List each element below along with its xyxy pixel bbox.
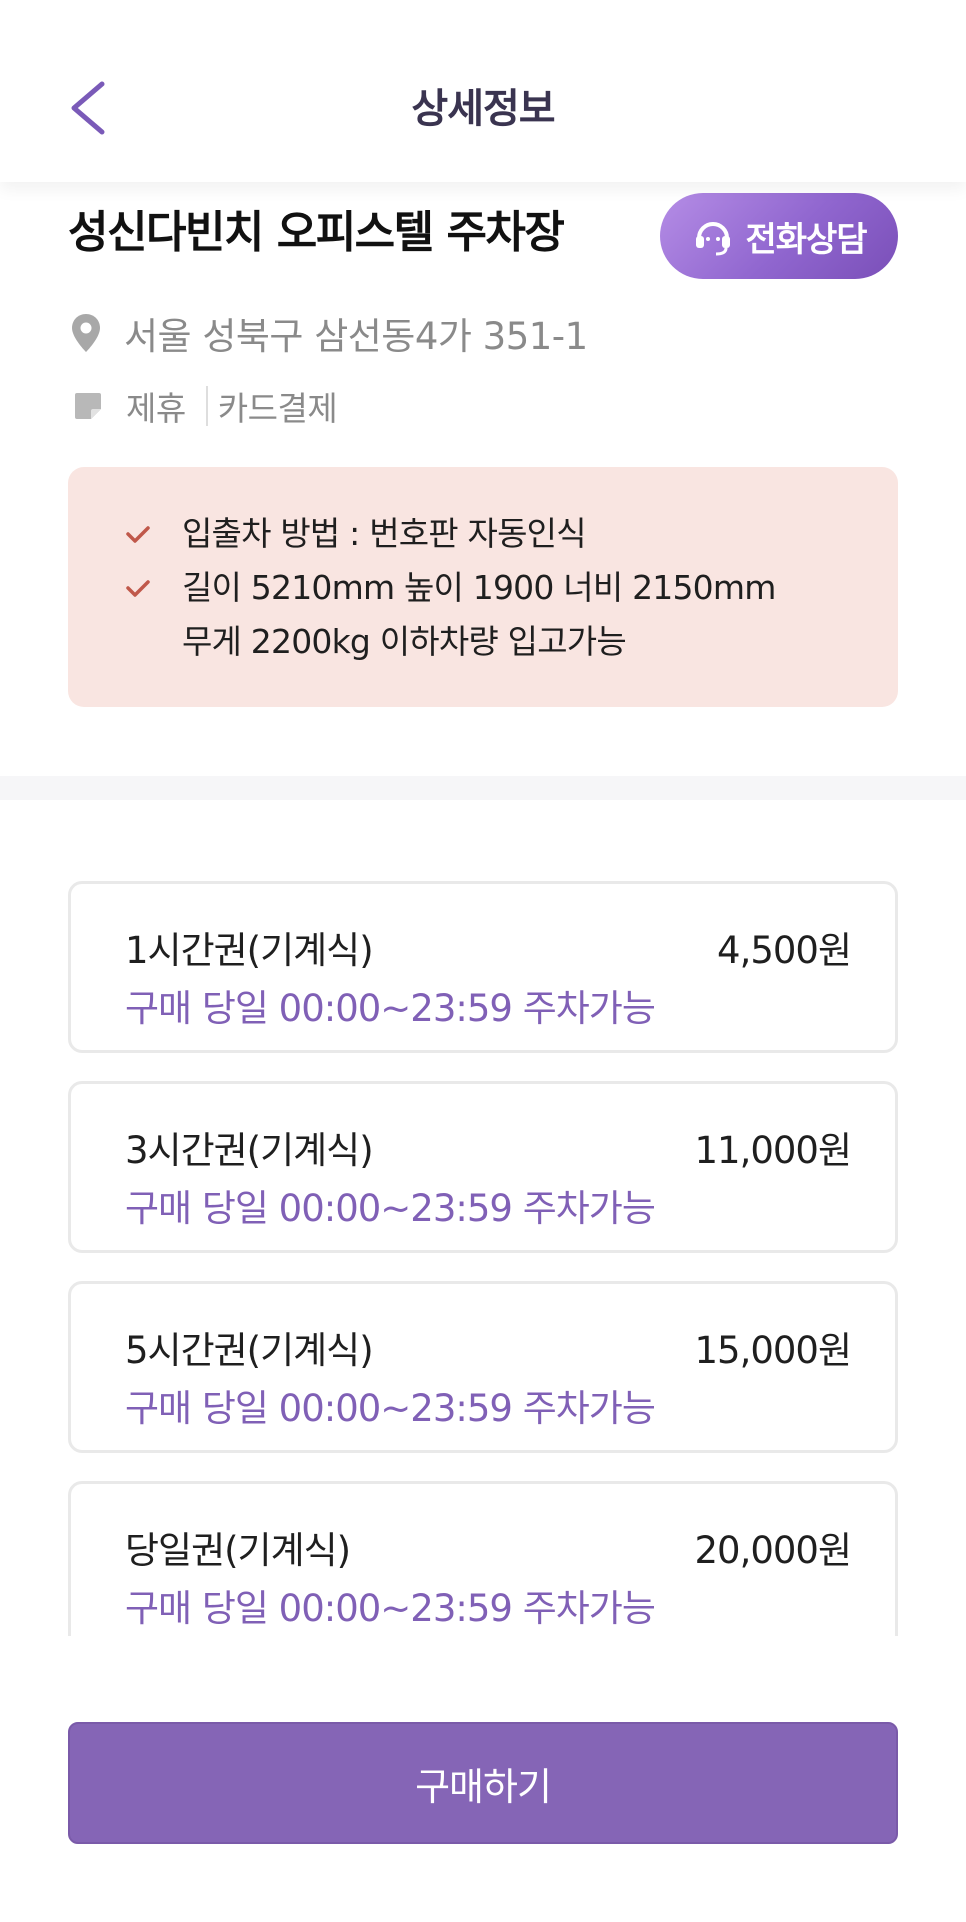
ticket-price: 4,500원 <box>717 929 852 972</box>
ticket-description: 구매 당일 00:00~23:59 주차가능 <box>125 1187 656 1230</box>
notice-item: 입출차 방법 : 번호판 자동인식 <box>124 507 587 561</box>
app-header: 상세정보 <box>0 0 966 182</box>
ticket-price: 20,000원 <box>694 1529 852 1572</box>
purchase-button-label: 구매하기 <box>415 1764 552 1809</box>
note-icon <box>75 393 101 419</box>
ticket-name: 당일권(기계식) <box>125 1529 351 1572</box>
phone-consult-label: 전화상담 <box>745 219 867 260</box>
notice-text: 무게 2200kg 이하차량 입고가능 <box>182 622 627 661</box>
check-icon <box>126 526 150 543</box>
parking-lot-name: 성신다빈치 오피스텔 주차장 <box>68 207 565 258</box>
tag-divider <box>205 386 208 426</box>
purchase-button[interactable]: 구매하기 <box>68 1722 898 1844</box>
ticket-description: 구매 당일 00:00~23:59 주차가능 <box>125 1587 656 1630</box>
ticket-name: 3시간권(기계식) <box>125 1129 374 1172</box>
ticket-1hour[interactable]: 1시간권(기계식) 4,500원 구매 당일 00:00~23:59 주차가능 <box>68 881 898 1053</box>
address-text: 서울 성북구 삼선동4가 351-1 <box>124 315 588 358</box>
ticket-description: 구매 당일 00:00~23:59 주차가능 <box>125 1387 656 1430</box>
headset-icon <box>696 222 731 256</box>
ticket-price: 11,000원 <box>694 1129 852 1172</box>
ticket-description: 구매 당일 00:00~23:59 주차가능 <box>125 987 656 1030</box>
notice-text-block: 길이 5210mm 높이 1900 너비 2150mm 무게 2200kg 이하… <box>182 561 776 669</box>
check-icon <box>126 580 150 597</box>
notice-text: 길이 5210mm 높이 1900 너비 2150mm <box>182 568 776 607</box>
tags-row: 제휴 카드결제 <box>72 382 338 430</box>
section-divider <box>0 776 966 800</box>
notice-item: 길이 5210mm 높이 1900 너비 2150mm 무게 2200kg 이하… <box>124 561 776 669</box>
location-pin-icon <box>72 314 100 352</box>
tag-card-payment: 카드결제 <box>217 389 338 428</box>
ticket-3hour[interactable]: 3시간권(기계식) 11,000원 구매 당일 00:00~23:59 주차가능 <box>68 1081 898 1253</box>
ticket-list[interactable]: 1시간권(기계식) 4,500원 구매 당일 00:00~23:59 주차가능 … <box>0 800 966 1636</box>
ticket-price: 15,000원 <box>694 1329 852 1372</box>
page-title: 상세정보 <box>411 86 555 132</box>
ticket-name: 5시간권(기계식) <box>125 1329 374 1372</box>
ticket-day[interactable]: 당일권(기계식) 20,000원 구매 당일 00:00~23:59 주차가능 <box>68 1481 898 1636</box>
notice-box: 입출차 방법 : 번호판 자동인식 길이 5210mm 높이 1900 너비 2… <box>68 467 898 707</box>
ticket-name: 1시간권(기계식) <box>125 929 374 972</box>
notice-text: 입출차 방법 : 번호판 자동인식 <box>182 514 587 553</box>
address-row: 서울 성북구 삼선동4가 351-1 <box>70 306 588 360</box>
phone-consult-button[interactable]: 전화상담 <box>660 193 898 279</box>
ticket-5hour[interactable]: 5시간권(기계식) 15,000원 구매 당일 00:00~23:59 주차가능 <box>68 1281 898 1453</box>
tag-partner: 제휴 <box>126 389 186 428</box>
parking-detail-page: 상세정보 성신다빈치 오피스텔 주차장 전화상담 서울 성북구 삼선동4가 35… <box>0 0 966 1922</box>
